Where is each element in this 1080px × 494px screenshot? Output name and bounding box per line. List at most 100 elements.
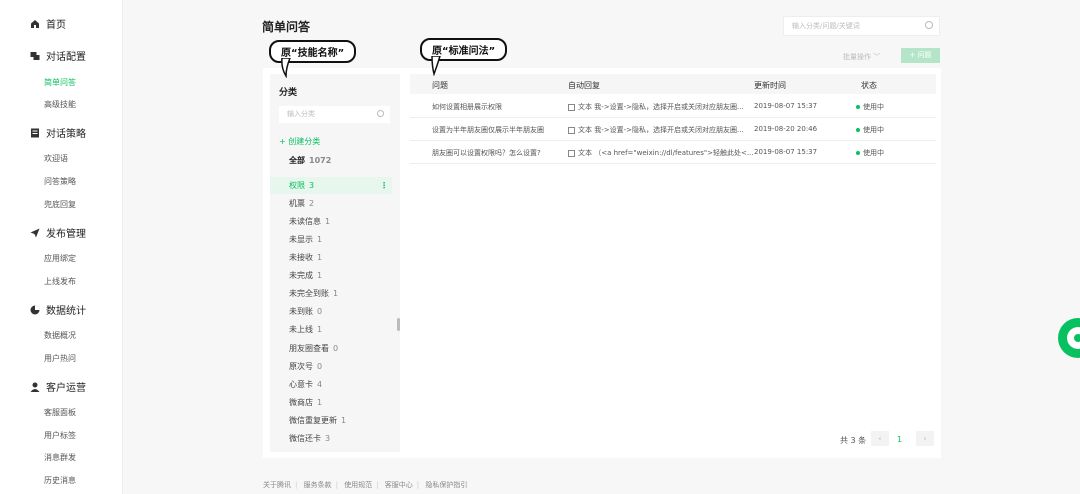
nav-group-dialog-strategy[interactable]: 对话策略 <box>30 125 86 140</box>
category-scrollbar[interactable] <box>397 318 400 331</box>
footer: 关于腾讯 | 服务条款 | 使用规范 | 客服中心 | 隐私保护指引 <box>263 480 471 490</box>
more-options-icon[interactable]: ⋮ <box>380 177 388 194</box>
category-count: 1 <box>317 398 323 407</box>
status-badge: 使用中 <box>856 102 884 112</box>
category-count: 3 <box>309 181 315 190</box>
table-row[interactable]: 设置为半年朋友圈仅展示半年朋友圈 文本 我->设置->隐私，选择开启或关闭对应朋… <box>410 118 936 141</box>
nav-item-mass-message[interactable]: 消息群发 <box>44 452 76 463</box>
footer-separator: | <box>335 481 338 489</box>
category-item[interactable]: 未读信息 1 <box>270 213 392 230</box>
pager-current-page[interactable]: 1 <box>897 435 902 444</box>
nav-item-hot-questions[interactable]: 用户热问 <box>44 353 76 364</box>
category-name: 微信重复更新 <box>289 416 337 425</box>
nav-item-data-overview[interactable]: 数据概况 <box>44 330 76 341</box>
chat-icon <box>30 51 40 60</box>
status-dot-icon <box>856 151 860 155</box>
category-count: 1 <box>325 217 331 226</box>
category-item[interactable]: 机票 2 <box>270 195 392 212</box>
nav-item-go-live[interactable]: 上线发布 <box>44 276 76 287</box>
column-header-question: 问题 <box>432 81 448 90</box>
footer-link-about[interactable]: 关于腾讯 <box>263 481 291 489</box>
category-item[interactable]: 原次号 0 <box>270 358 392 375</box>
global-search-input[interactable]: 输入分类/问题/关键词 <box>783 16 940 36</box>
category-count: 2 <box>309 199 315 208</box>
column-header-updated: 更新时间 <box>754 81 786 90</box>
nav-item-simple-qa[interactable]: 简单问答 <box>44 77 76 88</box>
category-count: 0 <box>317 362 323 371</box>
create-category-label: 创建分类 <box>288 137 321 146</box>
table-row[interactable]: 如何设置相册展示权限 文本 我->设置->隐私，选择开启或关闭对应朋友圈... … <box>410 95 936 118</box>
cell-reply: 文本 （<a href="weixin://dl/features">轻触此处<… <box>568 148 754 158</box>
pager-next-button[interactable]: › <box>916 431 934 446</box>
cell-updated: 2019-08-20 20:46 <box>754 125 818 133</box>
footer-link-help[interactable]: 客服中心 <box>385 481 413 489</box>
nav-item-qa-strategy[interactable]: 问答策略 <box>44 176 76 187</box>
nav-group-dialog-config[interactable]: 对话配置 <box>30 48 86 63</box>
category-count: 1 <box>317 325 323 334</box>
batch-operation-dropdown[interactable]: 批量操作 ﹀ <box>843 52 880 62</box>
table-row[interactable]: 朋友圈可以设置权限吗？怎么设置? 文本 （<a href="weixin://d… <box>410 141 936 164</box>
category-name: 未上线 <box>289 325 313 334</box>
category-item[interactable]: 微信还卡 3 <box>270 430 392 444</box>
category-item[interactable]: 未完成 1 <box>270 267 392 284</box>
category-item-active[interactable]: 权限 3 ⋮ <box>270 177 392 194</box>
nav-item-user-tags[interactable]: 用户标签 <box>44 430 76 441</box>
category-item[interactable]: 未完全到账 1 <box>270 285 392 302</box>
global-search-placeholder: 输入分类/问题/关键词 <box>792 22 860 30</box>
create-category-button[interactable]: + 创建分类 <box>279 136 320 147</box>
cell-question[interactable]: 朋友圈可以设置权限吗？怎么设置? <box>432 148 541 158</box>
category-item[interactable]: 未显示 1 <box>270 231 392 248</box>
footer-link-rules[interactable]: 使用规范 <box>344 481 372 489</box>
nav-group-statistics[interactable]: 数据统计 <box>30 302 86 317</box>
category-count: 0 <box>317 307 323 316</box>
floating-assistant-button[interactable] <box>1058 318 1080 358</box>
nav-item-fallback-reply[interactable]: 兜底回复 <box>44 199 76 210</box>
cell-reply-text: 文本 我->设置->隐私，选择开启或关闭对应朋友圈... <box>578 126 744 134</box>
category-name: 心意卡 <box>289 380 313 389</box>
column-header-status: 状态 <box>861 81 877 90</box>
nav-group-customer-ops[interactable]: 客户运营 <box>30 379 86 394</box>
nav-item-welcome[interactable]: 欢迎语 <box>44 153 68 164</box>
nav-item-app-binding[interactable]: 应用绑定 <box>44 253 76 264</box>
category-count: 3 <box>325 434 331 443</box>
nav-item-advanced-skill[interactable]: 高级技能 <box>44 99 76 110</box>
category-name: 未完全到账 <box>289 289 329 298</box>
category-item[interactable]: 微商店 1 <box>270 394 392 411</box>
footer-link-terms[interactable]: 服务条款 <box>304 481 332 489</box>
nav-group-publish[interactable]: 发布管理 <box>30 225 86 240</box>
category-item[interactable]: 心意卡 4 <box>270 376 392 393</box>
category-item[interactable]: 未接收 1 <box>270 249 392 266</box>
search-icon[interactable] <box>377 110 384 117</box>
add-question-button[interactable]: + 问题 <box>901 48 940 63</box>
category-item-all[interactable]: 全部 1072 <box>270 152 392 169</box>
nav-group-label: 数据统计 <box>46 306 86 317</box>
category-item[interactable]: 朋友圈查看 0 <box>270 340 392 357</box>
category-item[interactable]: 未到账 0 <box>270 303 392 320</box>
callout-tail-right-icon <box>431 56 441 76</box>
nav-group-label: 发布管理 <box>46 229 86 240</box>
cell-question[interactable]: 设置为半年朋友圈仅展示半年朋友圈 <box>432 125 544 135</box>
category-count: 1 <box>317 235 323 244</box>
category-search-input[interactable]: 输入分类 <box>279 106 390 123</box>
nav-item-service-panel[interactable]: 客服面板 <box>44 407 76 418</box>
pager-prev-button[interactable]: ‹ <box>871 431 889 446</box>
category-item[interactable]: 未上线 1 <box>270 321 392 338</box>
text-message-icon <box>568 149 575 157</box>
nav-item-message-history[interactable]: 历史消息 <box>44 475 76 486</box>
chevron-down-icon: ﹀ <box>873 53 881 61</box>
plus-icon: + <box>279 137 286 146</box>
cell-question[interactable]: 如何设置相册展示权限 <box>432 102 502 112</box>
text-message-icon <box>568 126 575 134</box>
category-name: 全部 <box>289 156 305 165</box>
pager-total: 共 3 条 <box>840 436 867 445</box>
search-icon[interactable] <box>925 21 933 29</box>
footer-separator: | <box>416 481 420 489</box>
batch-operation-label: 批量操作 <box>843 53 871 61</box>
column-header-reply: 自动回复 <box>568 81 600 90</box>
home-icon <box>31 19 39 28</box>
nav-home[interactable]: 首页 <box>30 16 66 31</box>
footer-link-privacy[interactable]: 隐私保护指引 <box>425 481 467 489</box>
category-item[interactable]: 微信重复更新 1 <box>270 412 392 429</box>
send-icon <box>30 228 40 237</box>
status-text: 使用中 <box>863 126 884 134</box>
